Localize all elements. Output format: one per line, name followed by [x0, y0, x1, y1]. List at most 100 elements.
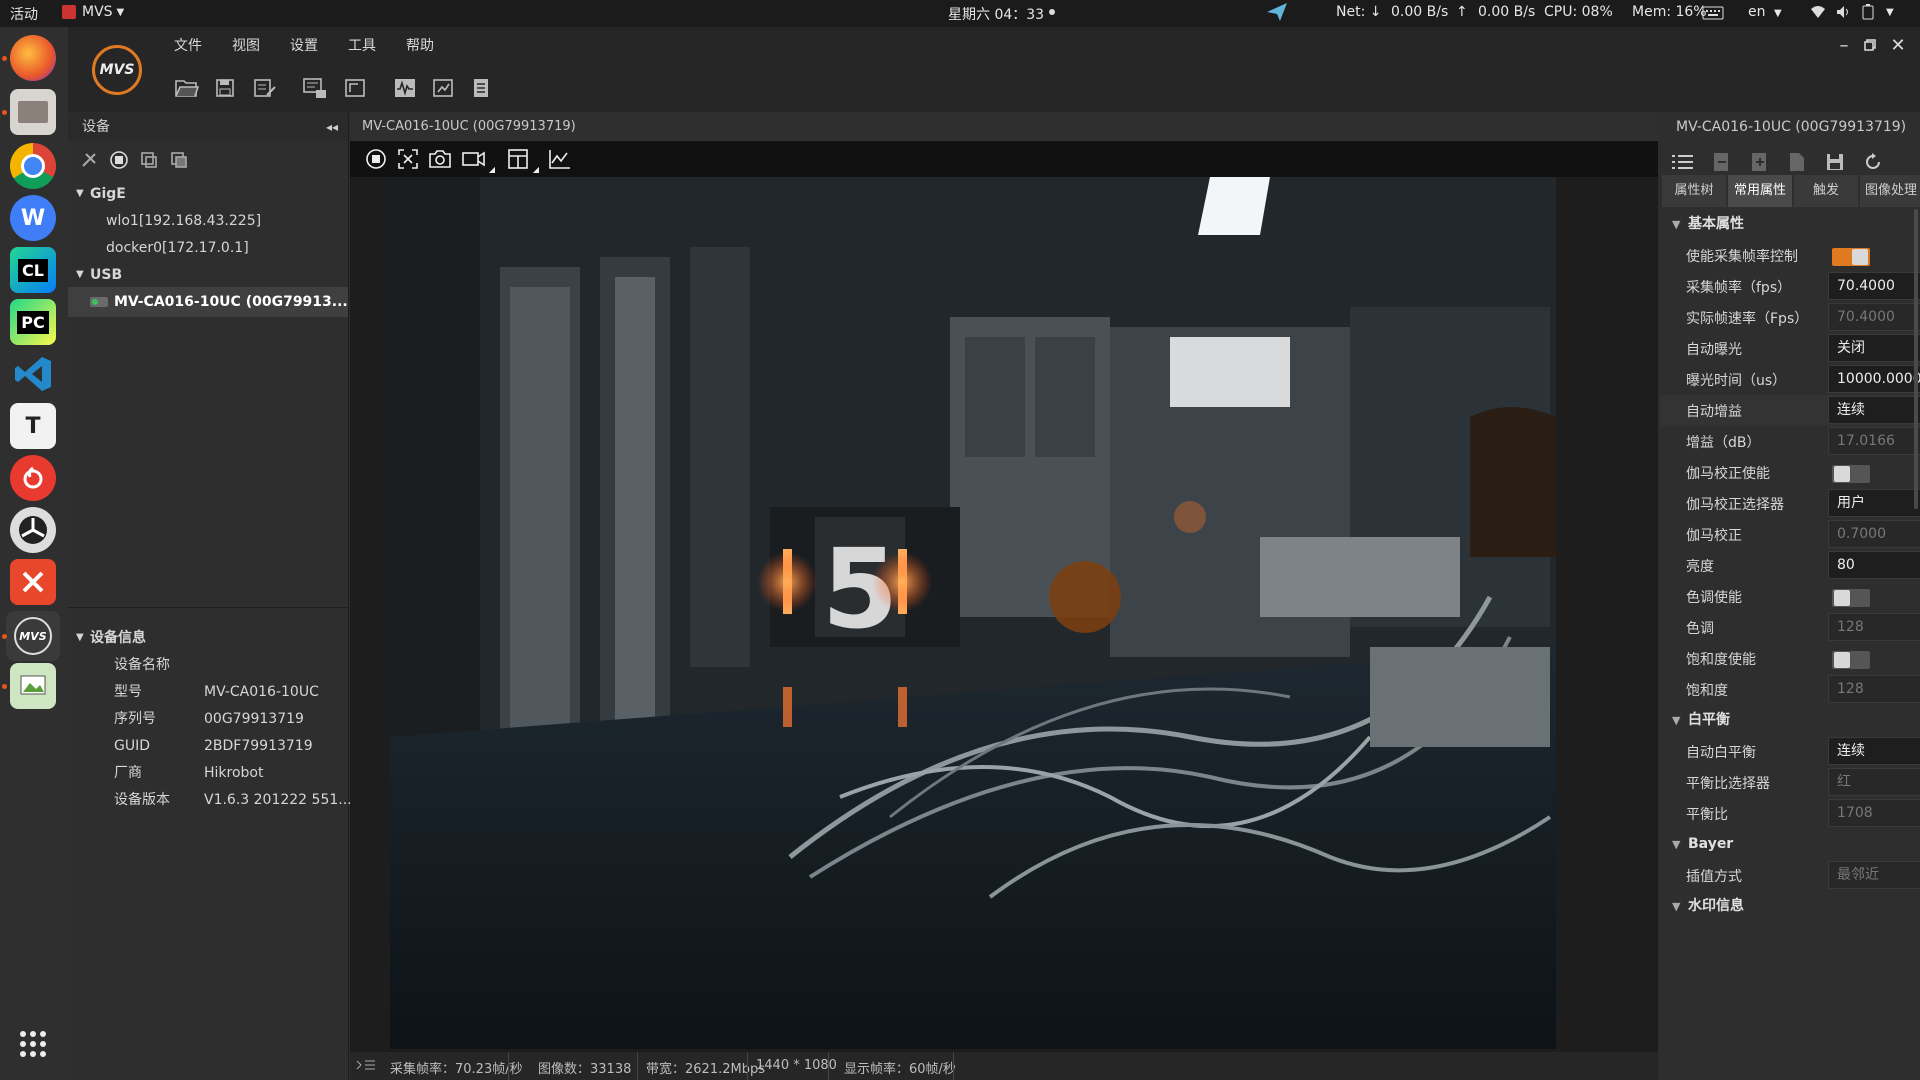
hue-enable-toggle[interactable]: [1832, 589, 1870, 607]
tab-property-tree[interactable]: 属性树: [1662, 175, 1726, 207]
tree-group-gige[interactable]: ▼ GigE: [68, 179, 348, 209]
net-up: 0.00 B/s: [1478, 4, 1536, 20]
prop-label: 伽马校正: [1686, 528, 1742, 544]
menu-settings[interactable]: 设置: [290, 35, 318, 55]
minimize-icon[interactable]: –: [1832, 33, 1856, 57]
system-menu-chevron-icon[interactable]: ▼: [1886, 7, 1894, 18]
tree-item-gige-1[interactable]: docker0[172.17.0.1]: [68, 233, 348, 263]
frame-rate-input[interactable]: 70.4000: [1828, 272, 1920, 300]
open-folder-icon[interactable]: [172, 73, 202, 103]
chevron-down-icon: ▼: [76, 269, 84, 280]
import-config-icon[interactable]: [1708, 150, 1734, 174]
input-language[interactable]: en ▼: [1748, 4, 1782, 20]
mvs-dock-icon[interactable]: MVS: [6, 611, 60, 661]
tree-item-gige-0[interactable]: wlo1[192.168.43.225]: [68, 206, 348, 236]
camera-scene: 5: [390, 177, 1556, 1049]
activities-button[interactable]: 活动: [10, 4, 38, 24]
tree-item-usb-camera[interactable]: MV-CA016-10UC (00G79913...: [68, 287, 348, 317]
xmind-icon[interactable]: [10, 559, 56, 605]
device-list-icon[interactable]: [300, 73, 330, 103]
restore-icon[interactable]: [1858, 33, 1882, 57]
multi-device-icon[interactable]: [168, 149, 190, 171]
auto-gain-select[interactable]: 连续: [1828, 396, 1920, 424]
save-icon[interactable]: [210, 73, 240, 103]
camera-image[interactable]: 5: [390, 177, 1556, 1049]
refresh-icon[interactable]: [1860, 150, 1886, 174]
stop-device-icon[interactable]: [108, 149, 130, 171]
save-as-icon[interactable]: [250, 73, 280, 103]
section-bayer[interactable]: ▼ Bayer: [1660, 829, 1920, 860]
clion-icon[interactable]: CL: [10, 247, 56, 293]
app-menu[interactable]: MVS ▼: [62, 4, 124, 20]
record-video-icon[interactable]: [460, 145, 488, 173]
pycharm-icon[interactable]: PC: [10, 299, 56, 345]
menu-help[interactable]: 帮助: [406, 35, 434, 55]
auto-exposure-select[interactable]: 关闭: [1828, 334, 1920, 362]
section-basic[interactable]: ▼ 基本属性: [1660, 209, 1920, 240]
tab-trigger[interactable]: 触发: [1794, 175, 1858, 207]
document-icon[interactable]: [466, 73, 496, 103]
split-screen-icon[interactable]: [504, 145, 532, 173]
statistics-icon[interactable]: [428, 73, 458, 103]
vscode-icon[interactable]: [10, 351, 56, 397]
brightness-spinbox[interactable]: 80 ▲▼: [1828, 551, 1920, 579]
keyboard-icon[interactable]: [1702, 6, 1724, 24]
file-icon[interactable]: [1784, 150, 1810, 174]
export-config-icon[interactable]: [1746, 150, 1772, 174]
netease-music-icon[interactable]: [10, 455, 56, 501]
waveform-icon[interactable]: [390, 73, 420, 103]
firefox-icon[interactable]: [10, 35, 56, 81]
gain-value: 17.0166: [1828, 427, 1920, 455]
image-viewer-icon[interactable]: [10, 663, 56, 709]
copy-device-icon[interactable]: [138, 149, 160, 171]
send-icon[interactable]: [1266, 2, 1288, 26]
menu-view[interactable]: 视图: [232, 35, 260, 55]
tree-group-usb[interactable]: ▼ USB: [68, 260, 348, 290]
wifi-icon[interactable]: [1810, 5, 1826, 23]
clock[interactable]: 星期六 04：33: [948, 4, 1044, 24]
wps-icon[interactable]: W: [10, 195, 56, 241]
device-panel-header: 设备 ◂◂: [68, 113, 348, 141]
typora-icon[interactable]: T: [10, 403, 56, 449]
stop-grab-icon[interactable]: [362, 145, 390, 173]
collapse-panel-icon[interactable]: ◂◂: [326, 113, 338, 141]
fit-window-icon[interactable]: [394, 145, 422, 173]
chevron-down-icon: ▼: [1672, 218, 1681, 231]
app-icon[interactable]: [10, 507, 56, 553]
cpu-usage: CPU: 08%: [1544, 4, 1613, 20]
close-icon[interactable]: ✕: [1886, 33, 1910, 57]
exposure-time-input[interactable]: 10000.0000: [1828, 365, 1920, 393]
show-apps-icon[interactable]: [10, 1021, 56, 1067]
snapshot-camera-icon[interactable]: [426, 145, 454, 173]
saturation-enable-toggle[interactable]: [1832, 651, 1870, 669]
property-scrollbar[interactable]: [1914, 209, 1918, 509]
battery-icon[interactable]: [1862, 4, 1874, 24]
frame-rate-enable-toggle[interactable]: [1832, 248, 1870, 266]
menu-file[interactable]: 文件: [174, 35, 202, 55]
volume-icon[interactable]: [1836, 5, 1852, 23]
menu-tools[interactable]: 工具: [348, 35, 376, 55]
info-row-version: 设备版本 V1.6.3 201222 551...: [68, 785, 352, 815]
status-display-fps: 显示帧率：60帧/秒: [844, 1062, 956, 1077]
connect-device-icon[interactable]: [78, 149, 100, 171]
app-menu-label: MVS: [82, 4, 113, 20]
tab-image-processing[interactable]: 图像处理: [1860, 175, 1920, 207]
files-icon[interactable]: [10, 89, 56, 135]
window-icon[interactable]: [340, 73, 370, 103]
tab-common-properties[interactable]: 常用属性: [1728, 175, 1792, 207]
list-view-icon[interactable]: [1670, 150, 1696, 174]
gamma-enable-toggle[interactable]: [1832, 465, 1870, 483]
info-value: V1.6.3 201222 551...: [204, 792, 352, 808]
gamma-selector-select[interactable]: 用户: [1828, 489, 1920, 517]
device-info-header[interactable]: ▼ 设备信息: [68, 623, 348, 653]
section-watermark[interactable]: ▼ 水印信息: [1660, 891, 1920, 922]
status-grab-fps: 采集帧率：70.23帧/秒: [390, 1062, 523, 1077]
prop-exposure-time: 曝光时间（us） 10000.0000: [1660, 364, 1920, 395]
histogram-icon[interactable]: [546, 145, 574, 173]
status-toggle-icon[interactable]: [356, 1058, 376, 1076]
save-config-icon[interactable]: [1822, 150, 1848, 174]
section-white-balance[interactable]: ▼ 白平衡: [1660, 705, 1920, 736]
mem-usage: Mem: 16%: [1632, 4, 1707, 20]
auto-white-balance-select[interactable]: 连续: [1828, 737, 1920, 765]
chrome-icon[interactable]: [10, 143, 56, 189]
